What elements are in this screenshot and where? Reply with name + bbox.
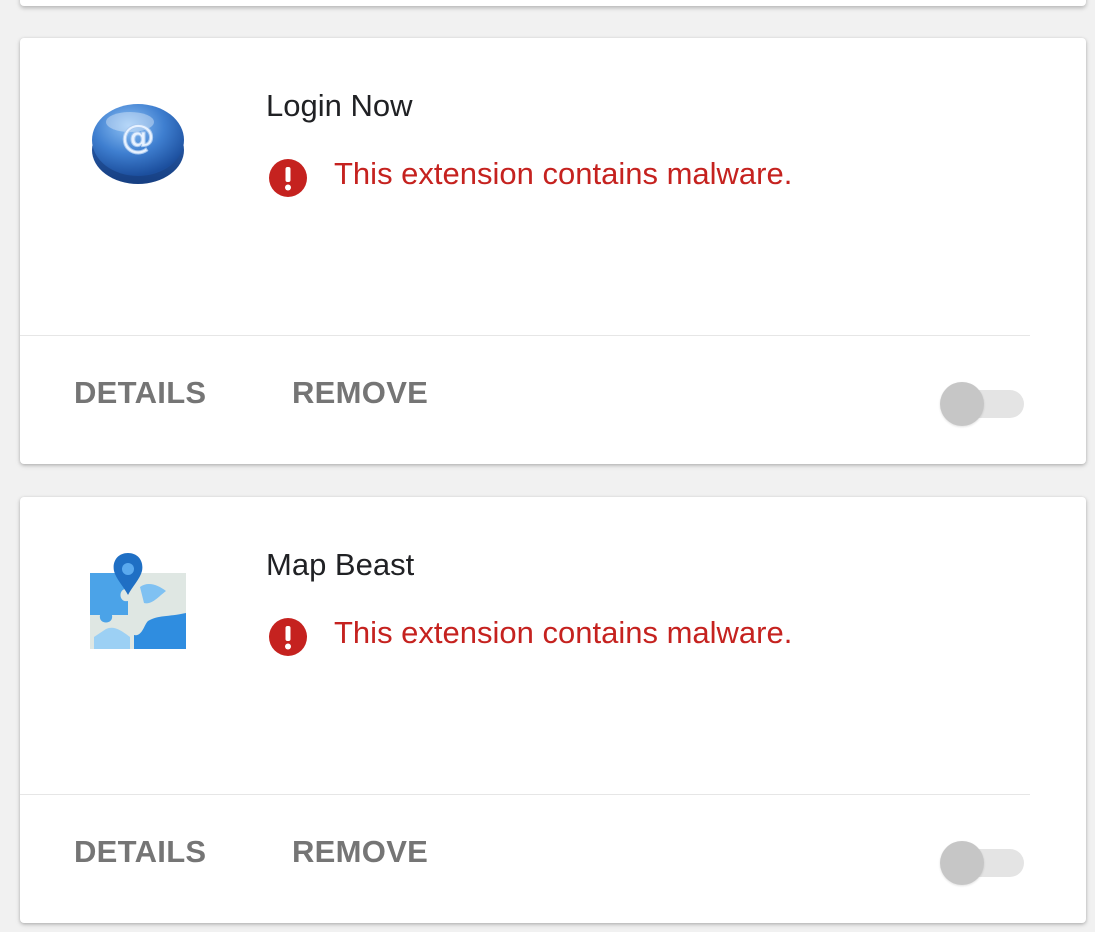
map-puzzle-icon — [90, 553, 186, 649]
extension-name: Map Beast — [266, 547, 415, 582]
card-divider — [20, 794, 1030, 795]
malware-warning-text: This extension contains malware. — [334, 156, 793, 191]
extension-card-login-now: @ Login Now This extension contains malw… — [20, 38, 1086, 464]
details-button[interactable]: DETAILS — [74, 368, 206, 418]
malware-warning: This extension contains malware. — [268, 150, 792, 198]
svg-text:@: @ — [121, 117, 155, 157]
malware-warning: This extension contains malware. — [268, 609, 792, 657]
remove-button[interactable]: REMOVE — [292, 368, 428, 418]
error-icon — [269, 159, 307, 197]
extension-card-map-beast: Map Beast This extension contains malwar… — [20, 497, 1086, 923]
extension-name: Login Now — [266, 88, 413, 123]
remove-button[interactable]: REMOVE — [292, 827, 428, 877]
details-button[interactable]: DETAILS — [74, 827, 206, 877]
toggle-knob — [940, 841, 984, 885]
enable-toggle[interactable] — [940, 382, 1026, 426]
at-sign-email-icon: @ — [92, 104, 184, 184]
malware-warning-text: This extension contains malware. — [334, 615, 793, 650]
error-icon — [269, 618, 307, 656]
card-divider — [20, 335, 1030, 336]
previous-extension-card-edge — [20, 0, 1086, 6]
toggle-knob — [940, 382, 984, 426]
enable-toggle[interactable] — [940, 841, 1026, 885]
